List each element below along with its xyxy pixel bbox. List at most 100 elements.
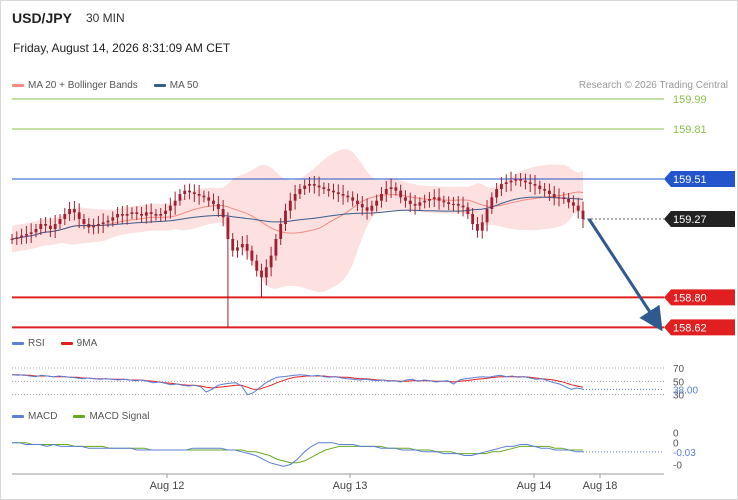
candle-body	[461, 205, 465, 208]
candle-body	[173, 200, 177, 206]
candle-body	[96, 224, 100, 226]
candle-body	[404, 197, 407, 201]
rsi-ma9-line	[12, 374, 584, 390]
candle-body	[39, 224, 43, 229]
macd-tick-label: -0	[673, 461, 682, 472]
candle-body	[125, 214, 129, 216]
candle-body	[293, 194, 297, 201]
candle-body	[29, 232, 33, 234]
candle-body	[562, 197, 566, 199]
candle-body	[116, 214, 119, 218]
candle-body	[360, 204, 364, 208]
candle-body	[250, 250, 254, 261]
x-tick-label: Aug 12	[150, 480, 185, 492]
candle-body	[365, 207, 369, 211]
candle-body	[519, 179, 523, 181]
candle-body	[15, 237, 19, 239]
candle-body	[504, 182, 508, 184]
candle-body	[514, 179, 518, 181]
macd-last-value: -0.03	[673, 448, 696, 459]
level-label: 159.27	[673, 214, 707, 226]
candle-body	[312, 184, 316, 186]
candle-body	[236, 247, 239, 251]
candle-body	[20, 235, 24, 238]
rsi-level-label: 70	[673, 364, 685, 375]
candle-body	[490, 197, 494, 209]
chart-canvas: 159.99 159.81 159.51 159.27 158.80 158.62 705…	[10, 94, 735, 492]
level-label: 159.99	[673, 94, 707, 106]
candle-body	[485, 209, 489, 223]
candle-body	[317, 185, 321, 188]
candle-body	[336, 192, 340, 194]
candle-body	[245, 244, 249, 251]
candle-body	[140, 214, 143, 216]
candle-body	[260, 270, 263, 278]
candle-body	[207, 197, 211, 201]
candle-body	[538, 185, 542, 189]
candle-body	[432, 197, 436, 199]
candle-body	[68, 209, 72, 214]
level-label: 159.81	[673, 124, 707, 136]
candle-body	[557, 197, 561, 199]
candle-body	[389, 187, 393, 189]
candle-body	[380, 194, 383, 201]
candle-body	[495, 189, 499, 198]
macd-panel: 00-0-0.03	[12, 429, 696, 472]
candle-body	[159, 214, 163, 216]
forecast-arrow	[587, 218, 663, 332]
price-level-labels: 159.99 159.81 159.51 159.27 158.80 158.62	[664, 94, 735, 336]
candle-body	[523, 180, 527, 183]
candle-body	[221, 209, 225, 218]
candle-body	[571, 202, 575, 206]
candle-body	[327, 189, 331, 191]
candle-body	[284, 210, 287, 224]
candle-body	[101, 222, 105, 224]
candle-body	[216, 204, 220, 209]
level-label: 158.80	[673, 292, 707, 304]
candle-body	[149, 212, 153, 214]
candle-body	[456, 204, 460, 206]
candle-body	[164, 210, 167, 214]
candle-body	[576, 205, 580, 211]
candle-body	[418, 202, 422, 206]
rsi-line	[11, 374, 584, 396]
candle-body	[144, 212, 148, 216]
candle-body	[269, 255, 273, 268]
candle-body	[288, 200, 292, 211]
candle-body	[120, 214, 124, 216]
candle-body	[48, 225, 52, 229]
candle-body	[346, 195, 350, 198]
candle-body	[77, 212, 81, 219]
candle-body	[298, 189, 302, 194]
candle-body	[452, 204, 455, 205]
candle-body	[130, 212, 134, 214]
candle-body	[87, 224, 91, 228]
candle-body	[255, 260, 259, 271]
candle-body	[423, 200, 427, 203]
x-tick-label: Aug 18	[583, 480, 618, 492]
level-label: 159.51	[673, 174, 707, 186]
candle-body	[471, 214, 475, 224]
candle-body	[437, 197, 441, 201]
rsi-panel: 70503038.00	[11, 364, 698, 402]
candle-body	[356, 200, 359, 204]
candle-body	[375, 200, 379, 206]
candle-body	[322, 187, 326, 189]
candle-body	[58, 219, 62, 224]
candle-body	[192, 192, 196, 194]
candle-body	[53, 224, 57, 229]
candle-body	[408, 200, 412, 204]
candle-body	[212, 200, 215, 204]
candle-body	[480, 222, 484, 231]
candle-body	[399, 190, 403, 198]
level-label: 158.62	[673, 322, 707, 334]
candle-body	[106, 220, 110, 223]
candle-body	[197, 194, 201, 196]
candle-body	[63, 214, 67, 219]
candle-body	[476, 224, 479, 231]
rsi-last-value: 38.00	[673, 385, 698, 396]
candle-body	[428, 199, 431, 201]
x-tick-label: Aug 13	[333, 480, 368, 492]
candle-body	[547, 190, 551, 194]
candle-body	[44, 224, 48, 226]
